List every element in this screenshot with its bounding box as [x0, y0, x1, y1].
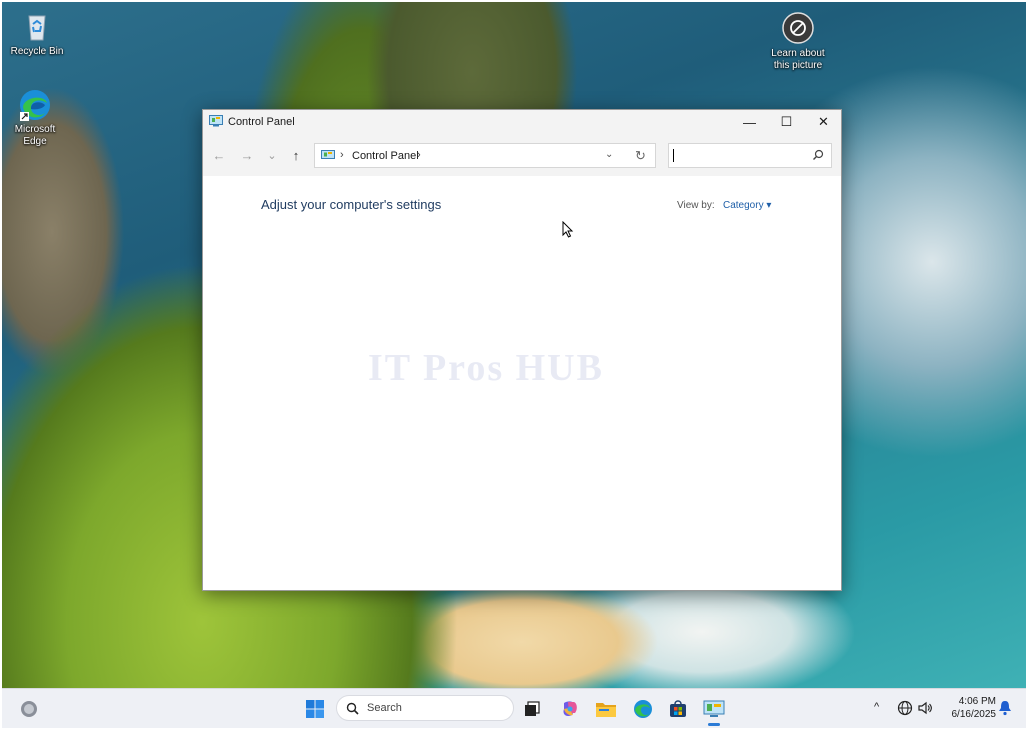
desktop-icon-learn-about-picture[interactable]: Learn about this picture: [763, 12, 833, 72]
back-button[interactable]: ←: [209, 145, 229, 165]
edge-taskbar-button[interactable]: [630, 696, 656, 722]
mouse-cursor-icon: [562, 221, 574, 238]
address-dropdown-icon[interactable]: ⌄: [605, 149, 613, 160]
start-icon: [306, 700, 324, 718]
bell-icon: [999, 701, 1011, 716]
task-view-button[interactable]: [519, 696, 545, 722]
forward-button[interactable]: →: [237, 145, 257, 165]
view-by-dropdown[interactable]: Category ▾: [723, 200, 771, 211]
active-app-indicator: [708, 723, 720, 726]
desktop-icon-label: Recycle Bin: [10, 46, 64, 57]
recent-locations-button[interactable]: ⌄: [262, 145, 282, 165]
edge-icon: [634, 700, 652, 718]
clock-time: 4:06 PM: [958, 696, 996, 707]
breadcrumb-control-panel[interactable]: Control Panel: [352, 150, 419, 162]
copilot-icon: [563, 701, 577, 717]
address-bar[interactable]: › Control Panel › ⌄ ↻: [314, 143, 656, 168]
control-panel-icon: [703, 700, 725, 717]
close-button[interactable]: ✕: [805, 110, 842, 134]
window-title: Control Panel: [228, 116, 295, 128]
clock-date: 6/16/2025: [951, 709, 997, 720]
network-icon[interactable]: [895, 698, 915, 718]
content-area: Adjust your computer's settings View by:…: [203, 176, 841, 590]
search-icon[interactable]: [812, 149, 824, 161]
task-view-icon: [525, 701, 540, 716]
view-by-label: View by:: [677, 200, 715, 211]
recycle-bin-icon: [20, 10, 54, 44]
watermark: IT Pros HUB: [368, 347, 604, 389]
camera-icon: [781, 12, 815, 46]
taskbar-search-box[interactable]: Search: [336, 695, 514, 721]
store-icon: [670, 700, 686, 717]
control-panel-window: Control Panel — ☐ ✕ ← → ⌄ ↑ › Control Pa…: [202, 109, 842, 591]
notifications-button[interactable]: [995, 698, 1015, 718]
file-explorer-icon: [596, 703, 616, 717]
control-panel-icon: [209, 115, 223, 127]
copilot-button[interactable]: [557, 696, 583, 722]
edge-icon: [18, 88, 52, 122]
desktop-icon-label: Microsoft Edge: [14, 124, 56, 147]
up-button[interactable]: ↑: [286, 145, 306, 165]
widgets-button[interactable]: [16, 696, 42, 722]
navigation-bar: ← → ⌄ ↑ › Control Panel › ⌄ ↻: [203, 134, 841, 176]
taskbar: Search ^ 4:06 PM 6/16/2025: [2, 688, 1026, 728]
text-caret: [673, 149, 674, 162]
breadcrumb-separator: ›: [340, 149, 344, 161]
store-button[interactable]: [665, 696, 691, 722]
desktop-icon-label: Learn about this picture: [771, 48, 825, 71]
search-icon: [346, 702, 359, 715]
speaker-icon: [918, 701, 932, 715]
volume-icon[interactable]: [915, 698, 935, 718]
desktop-icon-recycle-bin[interactable]: Recycle Bin: [2, 10, 72, 58]
taskbar-search-label: Search: [367, 702, 402, 714]
clock[interactable]: 4:06 PM 6/16/2025: [940, 695, 997, 721]
desktop-icon-edge[interactable]: Microsoft Edge: [2, 88, 68, 148]
refresh-icon[interactable]: ↻: [635, 148, 646, 164]
control-panel-icon: [321, 150, 335, 159]
show-hidden-icons-button[interactable]: ^: [874, 701, 879, 713]
search-control-panel-input[interactable]: [668, 143, 832, 168]
minimize-button[interactable]: —: [731, 110, 768, 134]
breadcrumb-separator[interactable]: ›: [417, 149, 421, 161]
maximize-button[interactable]: ☐: [768, 110, 805, 134]
widgets-icon: [21, 701, 37, 717]
start-button[interactable]: [302, 696, 328, 722]
page-title: Adjust your computer's settings: [261, 197, 442, 212]
title-bar[interactable]: Control Panel — ☐ ✕: [203, 110, 841, 134]
globe-icon: [897, 700, 913, 716]
control-panel-taskbar-button[interactable]: [701, 696, 727, 722]
file-explorer-button[interactable]: [593, 696, 619, 722]
